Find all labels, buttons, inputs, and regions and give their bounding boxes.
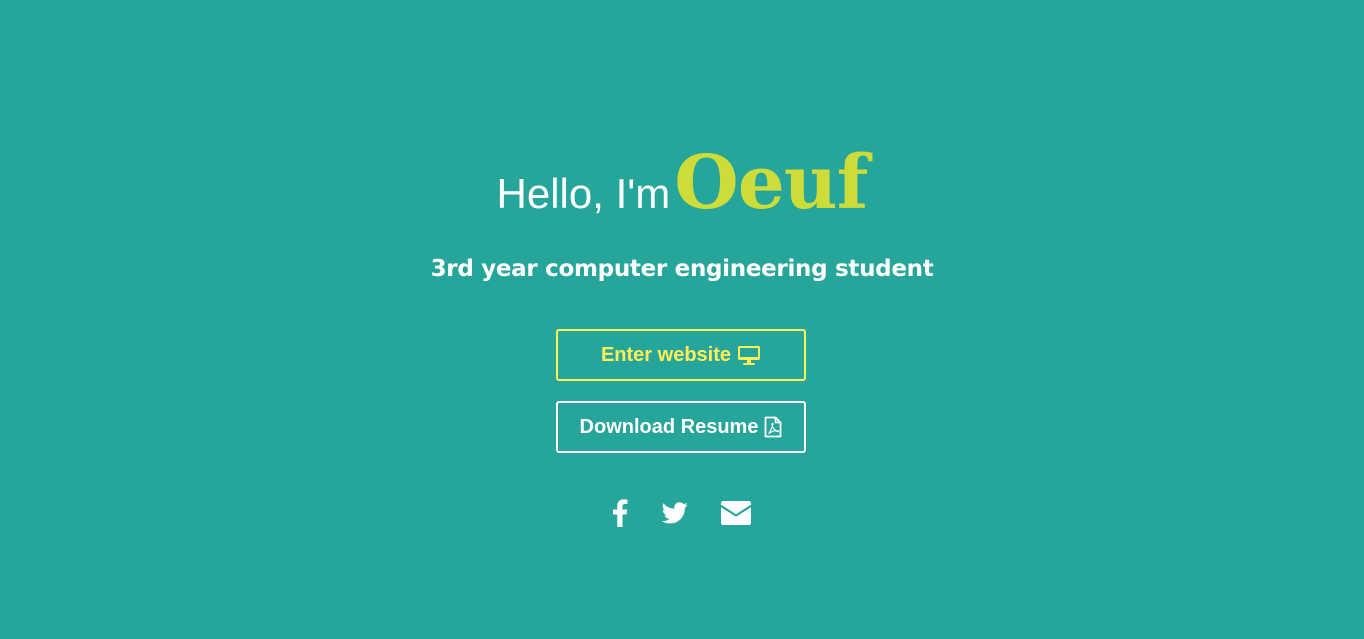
name-text: Oeuf: [674, 140, 868, 226]
desktop-icon: [737, 345, 761, 365]
enter-website-button[interactable]: Enter website: [556, 329, 806, 381]
email-link[interactable]: [720, 497, 752, 529]
landing-page: Hello, I'm Oeuf 3rd year computer engine…: [0, 0, 1364, 639]
subtitle: 3rd year computer engineering student: [430, 256, 934, 282]
greeting-text: Hello, I'm: [496, 170, 671, 217]
envelope-icon: [721, 501, 751, 525]
download-resume-button[interactable]: Download Resume: [556, 401, 806, 453]
social-links: [0, 497, 1364, 529]
twitter-link[interactable]: [660, 497, 690, 529]
twitter-icon: [662, 502, 688, 524]
enter-website-label: Enter website: [600, 343, 732, 366]
facebook-icon: [613, 499, 628, 527]
hero-heading: Hello, I'm Oeuf: [0, 140, 1364, 226]
file-pdf-icon: [764, 416, 782, 438]
download-resume-label: Download Resume: [579, 415, 759, 438]
facebook-link[interactable]: [608, 497, 632, 529]
